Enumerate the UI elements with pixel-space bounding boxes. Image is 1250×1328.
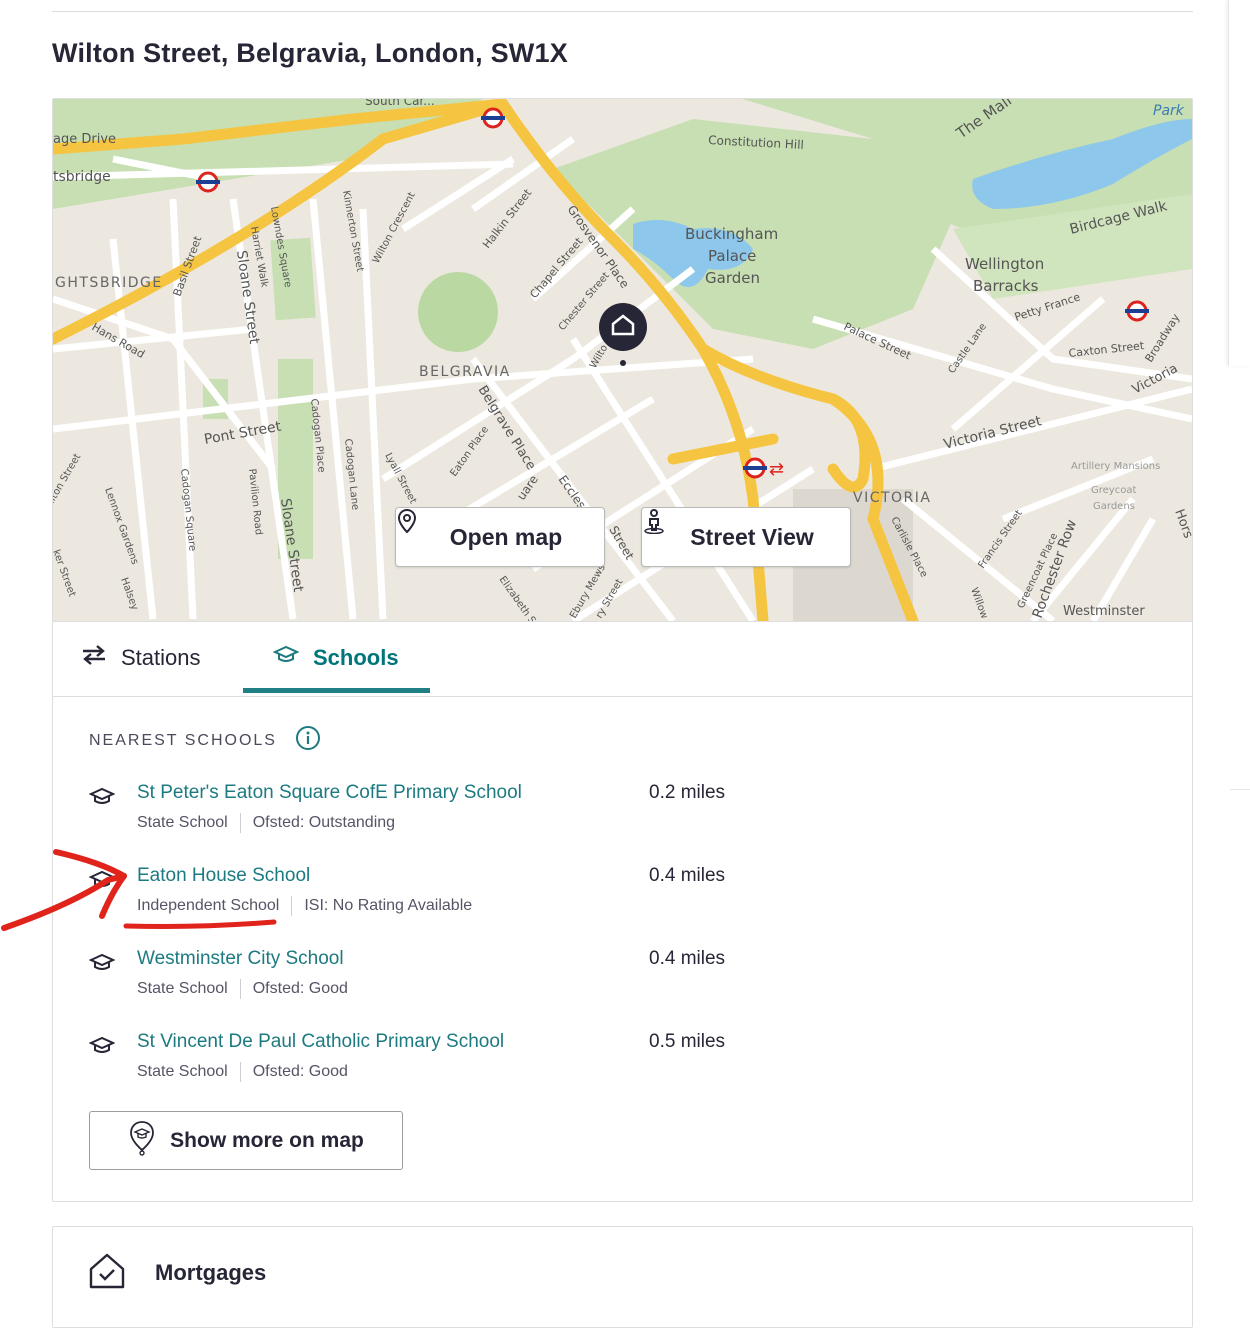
tab-stations-label: Stations bbox=[121, 645, 201, 670]
show-more-label: Show more on map bbox=[170, 1128, 364, 1152]
school-rating: Ofsted: Good bbox=[252, 980, 348, 997]
map-label: Caxton Street bbox=[1068, 339, 1145, 360]
belgrave-square bbox=[418, 272, 498, 352]
school-meta: State School Ofsted: Outstanding bbox=[137, 813, 395, 833]
svg-text:⇄: ⇄ bbox=[769, 459, 784, 480]
meta-divider bbox=[239, 813, 241, 833]
map-label: Artillery Mansions bbox=[1071, 461, 1160, 472]
school-pin-icon bbox=[128, 1120, 156, 1162]
map-label: Barracks bbox=[973, 277, 1039, 295]
school-type: State School bbox=[137, 980, 228, 997]
map-label: BELGRAVIA bbox=[419, 364, 511, 380]
map-label: ilton Street bbox=[53, 452, 83, 506]
tab-schools-label: Schools bbox=[313, 645, 399, 670]
nearby-tabs: Stations Schools bbox=[53, 621, 1192, 697]
map-label: Garden bbox=[705, 269, 760, 287]
map-label: Eccles bbox=[556, 473, 589, 512]
active-tab-indicator bbox=[243, 688, 430, 693]
map-label: GHTSBRIDGE bbox=[55, 275, 163, 291]
map-label: Chapel Street bbox=[527, 235, 586, 301]
side-panel-edge bbox=[1228, 0, 1250, 366]
map-canvas: ⇄ South Car... age Drive tsbridge GHTSBR… bbox=[53, 99, 1192, 621]
graduation-cap-icon bbox=[88, 869, 116, 891]
map-label: Palace bbox=[708, 247, 756, 265]
nearest-schools-header: NEAREST SCHOOLS bbox=[89, 725, 321, 756]
school-meta: State School Ofsted: Good bbox=[137, 979, 348, 999]
school-distance: 0.5 miles bbox=[649, 1031, 726, 1052]
tab-stations[interactable]: Stations bbox=[81, 622, 201, 694]
map-label: Wellington bbox=[965, 255, 1044, 273]
school-meta: Independent School ISI: No Rating Availa… bbox=[137, 896, 472, 916]
graduation-cap-icon bbox=[272, 644, 300, 672]
train-arrows-icon bbox=[81, 645, 107, 671]
map-label: Buckingham bbox=[685, 225, 778, 243]
map-label: Lennox Gardens bbox=[102, 486, 140, 566]
map-label: South Car... bbox=[365, 99, 435, 108]
map-label: Halsey bbox=[118, 576, 140, 612]
school-name-link[interactable]: St Vincent De Paul Catholic Primary Scho… bbox=[137, 1031, 504, 1053]
map-label: Elizabeth Str bbox=[497, 574, 543, 621]
house-check-icon bbox=[87, 1251, 127, 1296]
map-label: Cadogan Square bbox=[178, 468, 198, 551]
map-label: Gardens bbox=[1093, 501, 1135, 512]
school-rating: Ofsted: Good bbox=[252, 1063, 348, 1080]
property-pin[interactable] bbox=[599, 303, 647, 366]
school-distance: 0.4 miles bbox=[649, 948, 726, 969]
map-label: Westminster bbox=[1063, 604, 1145, 619]
open-map-button[interactable]: Open map bbox=[395, 507, 605, 567]
map-label: Francis Street bbox=[976, 508, 1024, 571]
info-icon[interactable] bbox=[295, 725, 321, 756]
school-rating: Ofsted: Outstanding bbox=[252, 814, 396, 831]
map-label: Greycoat bbox=[1091, 485, 1136, 496]
map-label: Petty France bbox=[1013, 290, 1082, 324]
school-type: State School bbox=[137, 814, 228, 831]
graduation-cap-icon bbox=[88, 1035, 116, 1057]
map-label: Pavilion Road bbox=[246, 468, 264, 535]
mortgages-card[interactable]: Mortgages bbox=[52, 1226, 1193, 1328]
map-label: Palace Street bbox=[842, 320, 914, 363]
school-name-link[interactable]: Eaton House School bbox=[137, 865, 310, 887]
map-label: ker Street bbox=[53, 548, 77, 598]
street-view-label: Street View bbox=[690, 523, 814, 550]
location-card: ⇄ South Car... age Drive tsbridge GHTSBR… bbox=[52, 98, 1193, 1202]
open-map-label: Open map bbox=[449, 523, 563, 550]
meta-divider bbox=[239, 1062, 241, 1082]
school-distance: 0.4 miles bbox=[649, 865, 726, 886]
show-more-on-map-button[interactable]: Show more on map bbox=[89, 1111, 403, 1170]
map-label: Hors bbox=[1171, 507, 1192, 540]
map-label: Broadway bbox=[1143, 311, 1183, 365]
school-name-link[interactable]: St Peter's Eaton Square CofE Primary Sch… bbox=[137, 782, 522, 804]
map-label: Willow bbox=[968, 586, 989, 620]
graduation-cap-icon bbox=[88, 952, 116, 974]
property-address: Wilton Street, Belgravia, London, SW1X bbox=[52, 38, 568, 68]
tab-schools[interactable]: Schools bbox=[243, 622, 430, 694]
school-item: St Vincent De Paul Catholic Primary Scho… bbox=[88, 1031, 789, 1101]
school-rating: ISI: No Rating Available bbox=[304, 897, 473, 914]
graduation-cap-icon bbox=[88, 786, 116, 808]
section-title: NEAREST SCHOOLS bbox=[89, 731, 277, 749]
top-divider bbox=[52, 11, 1193, 12]
school-item: St Peter's Eaton Square CofE Primary Sch… bbox=[88, 782, 789, 852]
map-label: age Drive bbox=[53, 132, 116, 147]
side-divider bbox=[1230, 789, 1250, 790]
school-item: Westminster City School 0.4 miles State … bbox=[88, 948, 789, 1018]
meta-divider bbox=[239, 979, 241, 999]
school-distance: 0.2 miles bbox=[649, 782, 726, 803]
location-map[interactable]: ⇄ South Car... age Drive tsbridge GHTSBR… bbox=[53, 99, 1192, 621]
school-type: State School bbox=[137, 1063, 228, 1080]
street-view-button[interactable]: Street View bbox=[641, 507, 851, 567]
school-type: Independent School bbox=[137, 897, 280, 914]
map-label: VICTORIA bbox=[853, 490, 932, 506]
map-label: Park bbox=[1153, 103, 1185, 119]
mortgages-title: Mortgages bbox=[155, 1260, 267, 1285]
school-name-link[interactable]: Westminster City School bbox=[137, 948, 344, 970]
school-meta: State School Ofsted: Good bbox=[137, 1062, 348, 1082]
map-label: tsbridge bbox=[53, 169, 111, 185]
school-item: Eaton House School 0.4 miles Independent… bbox=[88, 865, 789, 935]
meta-divider bbox=[291, 896, 293, 916]
